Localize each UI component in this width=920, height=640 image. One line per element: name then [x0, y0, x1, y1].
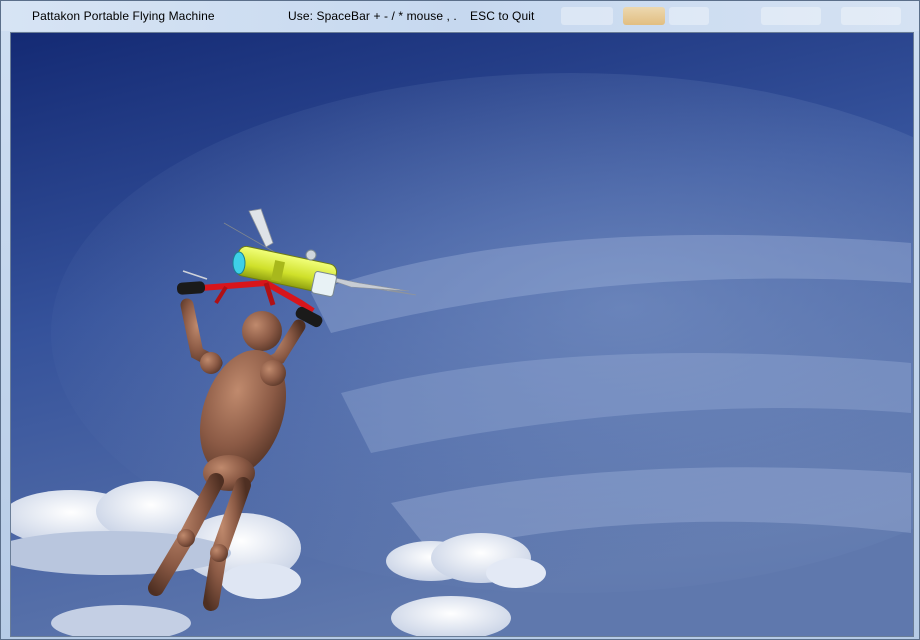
background-tab-highlight [623, 7, 665, 25]
quit-hint: ESC to Quit [470, 9, 535, 23]
scene-canvas[interactable] [11, 33, 913, 636]
background-tab [669, 7, 709, 25]
title-bar[interactable]: Pattakon Portable Flying Machine Use: Sp… [1, 1, 919, 31]
application-window: Pattakon Portable Flying Machine Use: Sp… [0, 0, 920, 640]
background-tab [841, 7, 901, 25]
background-tab [561, 7, 613, 25]
window-title: Pattakon Portable Flying Machine [32, 9, 215, 23]
background-tab [761, 7, 821, 25]
3d-viewport[interactable] [10, 32, 914, 637]
controls-hint: Use: SpaceBar + - / * mouse , . [288, 9, 457, 23]
